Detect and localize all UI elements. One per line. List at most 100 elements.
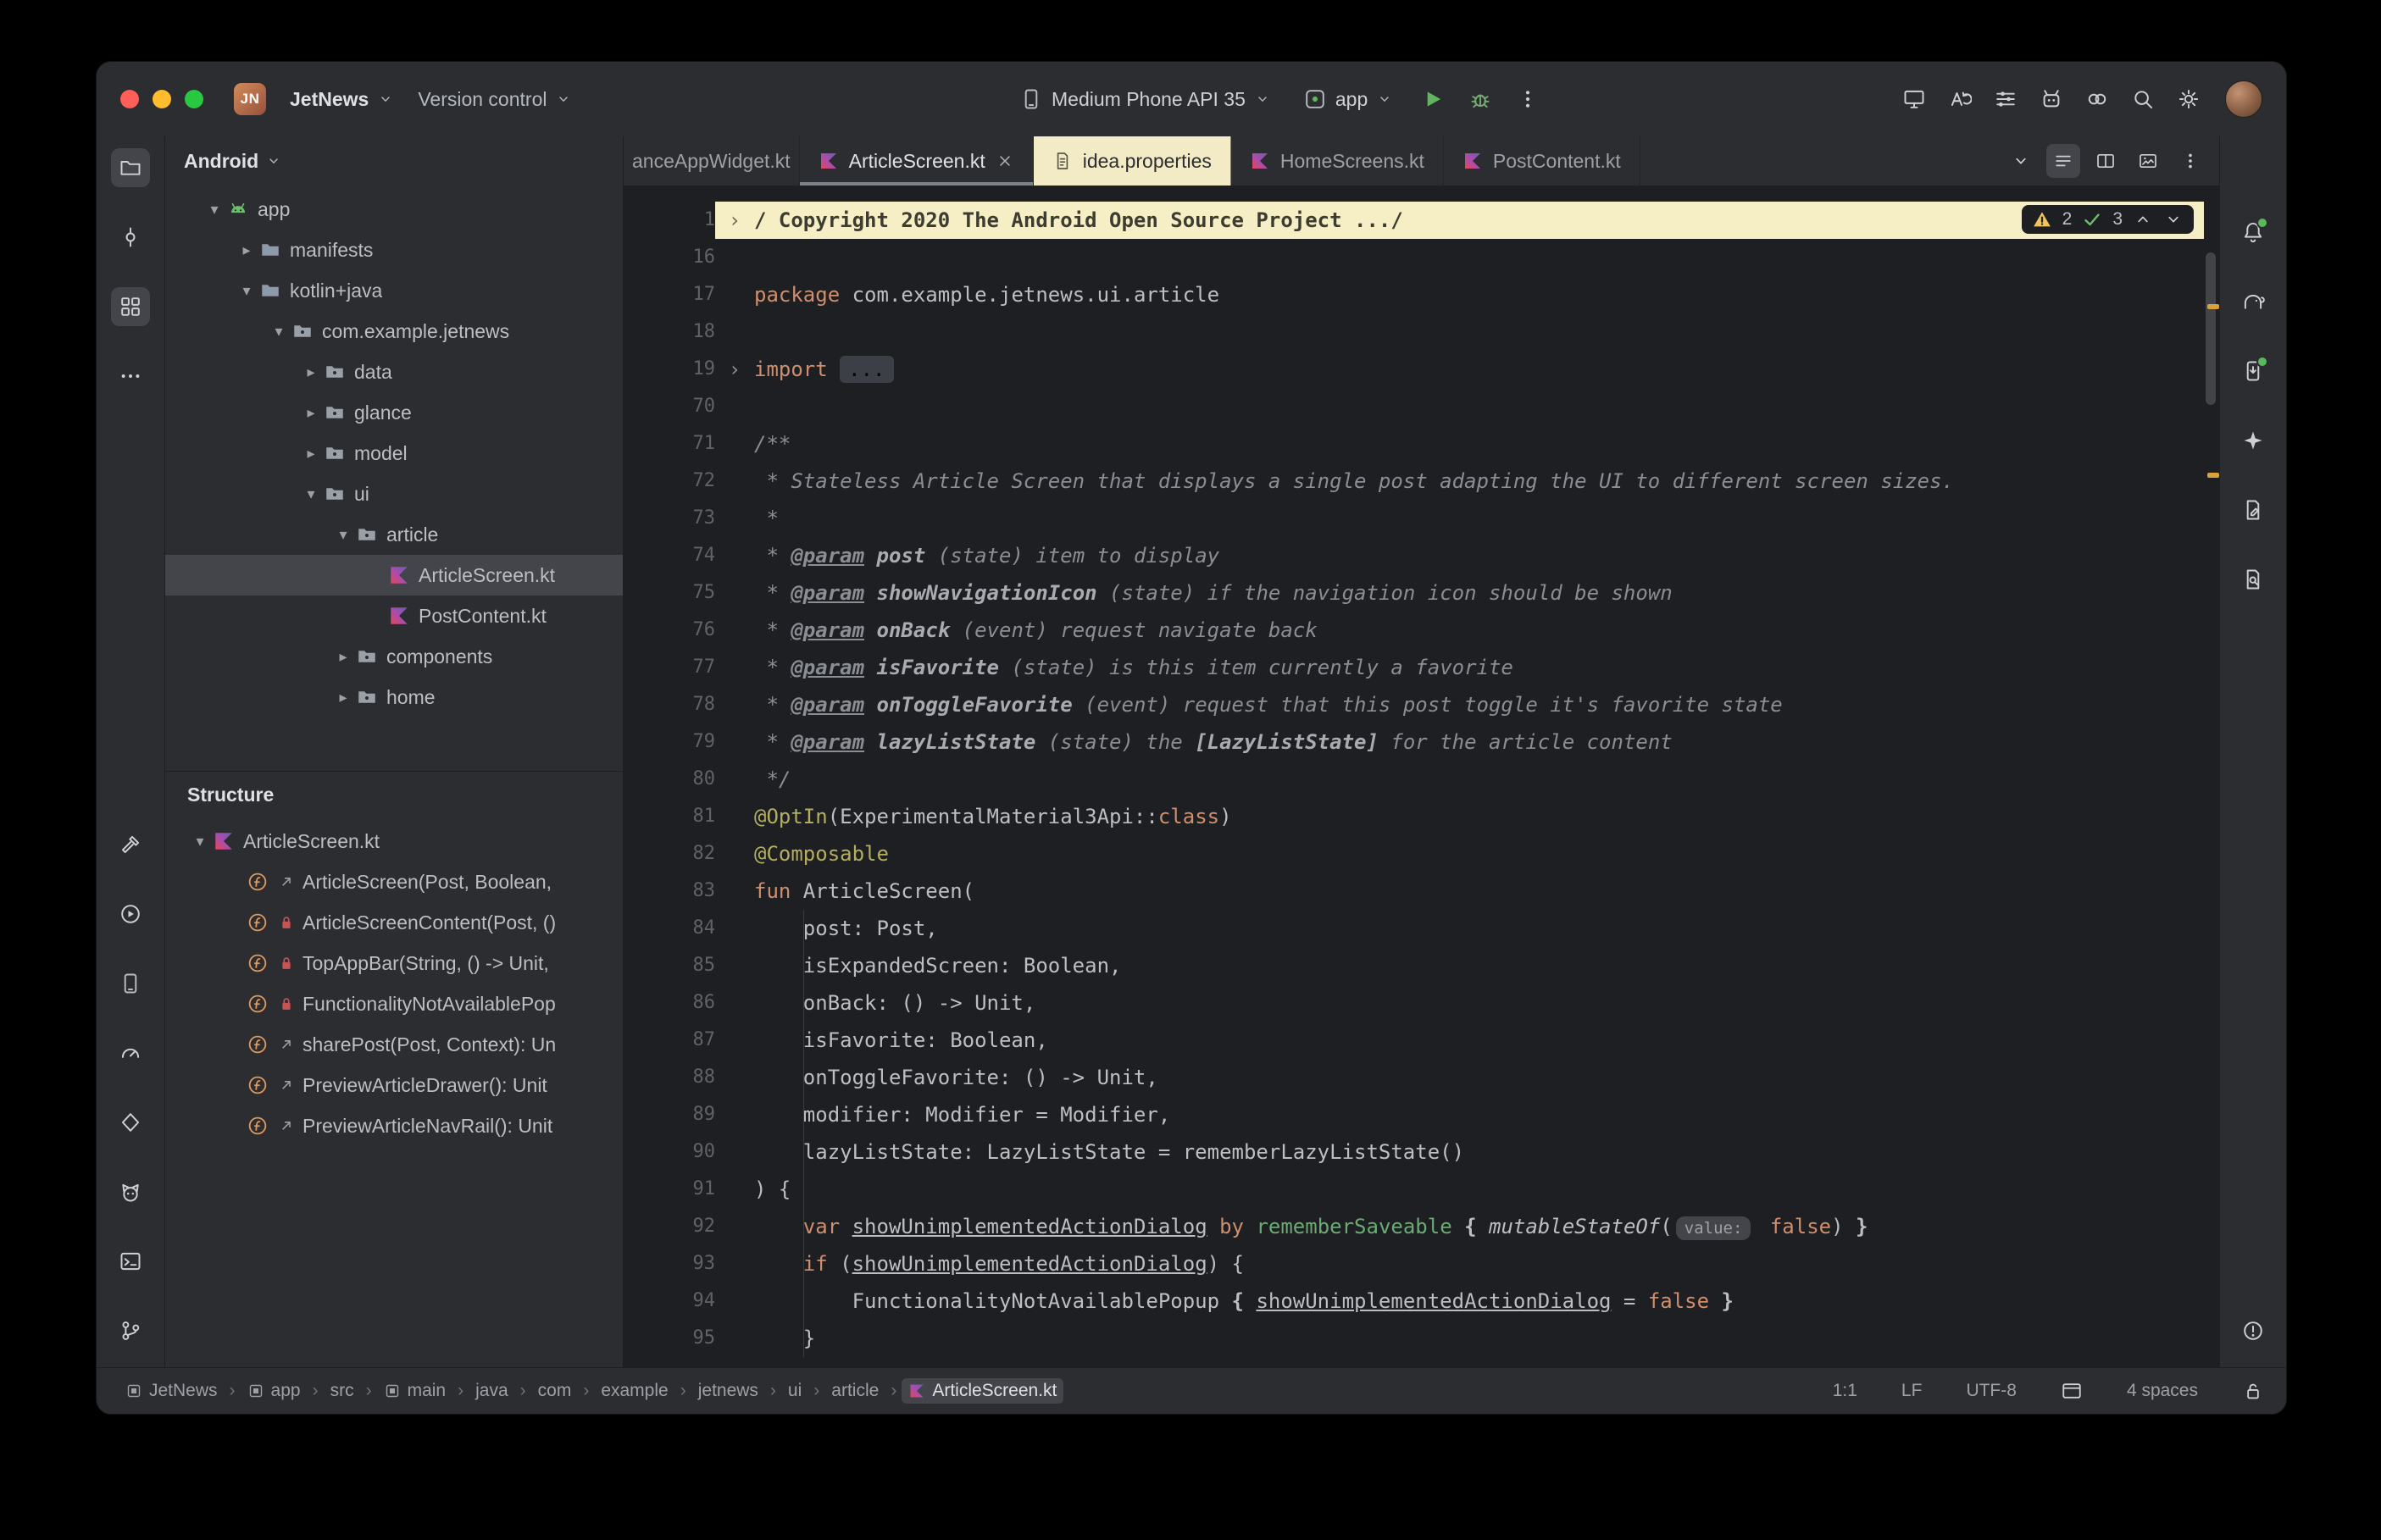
tree-item-app[interactable]: ▾ app <box>165 189 623 230</box>
line-number[interactable]: 91 <box>624 1171 716 1208</box>
logcat-button[interactable] <box>111 1172 150 1211</box>
line-number[interactable]: 88 <box>624 1059 716 1096</box>
line-number[interactable]: 86 <box>624 984 716 1022</box>
code-line-87[interactable]: 87 isFavorite: Boolean, <box>624 1022 2219 1059</box>
code-line-1[interactable]: 1 › / Copyright 2020 The Android Open So… <box>624 202 2219 239</box>
more-run-actions-button[interactable] <box>1508 80 1547 119</box>
minimize-window-button[interactable] <box>153 90 171 108</box>
code-line-95[interactable]: 95 } <box>624 1320 2219 1357</box>
code-line-72[interactable]: 72 * Stateless Article Screen that displ… <box>624 463 2219 500</box>
app-inspection-button[interactable] <box>2234 560 2273 599</box>
line-number[interactable]: 19 <box>624 351 716 388</box>
code-line-80[interactable]: 80 */ <box>624 761 2219 798</box>
editor[interactable]: 1 › / Copyright 2020 The Android Open So… <box>624 186 2219 1367</box>
build-tool-window-button[interactable] <box>111 825 150 864</box>
code-line-19[interactable]: 19 › import ... <box>624 351 2219 388</box>
code-line-82[interactable]: 82 @Composable <box>624 835 2219 872</box>
structure-item-functionalitynotavailablepop[interactable]: FunctionalityNotAvailablePop <box>165 983 623 1024</box>
fold-chevron-icon[interactable]: › <box>715 351 754 388</box>
line-number[interactable]: 73 <box>624 500 716 537</box>
breadcrumb-main[interactable]: main <box>377 1378 453 1404</box>
more-tool-windows-button[interactable] <box>111 357 150 396</box>
commit-tool-window-button[interactable] <box>111 218 150 257</box>
studio-bot-button[interactable] <box>2032 80 2071 119</box>
chevron-down-icon[interactable]: ▾ <box>187 833 213 850</box>
chevron-right-icon[interactable]: ▸ <box>298 404 324 422</box>
structure-item-articlescreencontent-post[interactable]: ArticleScreenContent(Post, () <box>165 902 623 943</box>
line-number[interactable]: 92 <box>624 1208 716 1245</box>
run-tool-window-button[interactable] <box>111 895 150 933</box>
line-number[interactable]: 85 <box>624 947 716 984</box>
user-avatar[interactable] <box>2225 80 2262 118</box>
chevron-right-icon[interactable]: ▸ <box>330 689 356 706</box>
code-line-77[interactable]: 77 * @param isFavorite (state) is this i… <box>624 649 2219 686</box>
line-number[interactable]: 95 <box>624 1320 716 1357</box>
code-line-73[interactable]: 73 * <box>624 500 2219 537</box>
tree-item-manifests[interactable]: ▸ manifests <box>165 230 623 270</box>
code-line-17[interactable]: 17 package com.example.jetnews.ui.articl… <box>624 276 2219 313</box>
split-editor-button[interactable] <box>2089 144 2123 178</box>
breadcrumb-jetnews[interactable]: jetnews <box>691 1378 765 1404</box>
code-line-81[interactable]: 81 @OptIn(ExperimentalMaterial3Api::clas… <box>624 798 2219 835</box>
structure-tool-window-button[interactable] <box>111 287 150 326</box>
device-explorer-button[interactable] <box>2234 352 2273 391</box>
code-line-71[interactable]: 71 /** <box>624 425 2219 463</box>
run-button[interactable] <box>1413 80 1452 119</box>
gradle-button[interactable] <box>2234 282 2273 321</box>
line-number[interactable]: 94 <box>624 1282 716 1320</box>
tab-articlescreen-kt[interactable]: ArticleScreen.kt <box>799 136 1034 186</box>
settings-button[interactable] <box>2169 80 2208 119</box>
tab-postcontent-kt[interactable]: PostContent.kt <box>1444 136 1640 186</box>
tree-item-postcontent-kt[interactable]: PostContent.kt <box>165 596 623 636</box>
maximize-window-button[interactable] <box>185 90 203 108</box>
code-with-me-button[interactable] <box>1940 80 1979 119</box>
version-control-widget-button[interactable]: Version control <box>406 80 584 119</box>
chevron-down-icon[interactable]: ▾ <box>298 485 324 503</box>
line-number[interactable]: 70 <box>624 388 716 425</box>
app-quality-insights-button[interactable] <box>111 1103 150 1142</box>
code-line-86[interactable]: 86 onBack: () -> Unit, <box>624 984 2219 1022</box>
line-number[interactable]: 71 <box>624 425 716 463</box>
structure-file-row[interactable]: ▾ ArticleScreen.kt <box>165 821 623 861</box>
line-number[interactable]: 18 <box>624 313 716 351</box>
code-line-78[interactable]: 78 * @param onToggleFavorite (event) req… <box>624 686 2219 723</box>
gemini-button[interactable] <box>2234 421 2273 460</box>
line-number[interactable]: 79 <box>624 723 716 761</box>
tree-item-home[interactable]: ▸ home <box>165 677 623 717</box>
tab-homescreens-kt[interactable]: HomeScreens.kt <box>1231 136 1444 186</box>
line-separator[interactable]: LF <box>1901 1381 1923 1401</box>
breadcrumb-articlescreen-kt[interactable]: ArticleScreen.kt <box>902 1378 1064 1404</box>
tree-item-com-example-jetnews[interactable]: ▾ com.example.jetnews <box>165 311 623 352</box>
tree-item-articlescreen-kt[interactable]: ArticleScreen.kt <box>165 555 623 596</box>
run-configuration-button[interactable]: app <box>1291 79 1405 119</box>
debug-button[interactable] <box>1461 80 1500 119</box>
code-line-75[interactable]: 75 * @param showNavigationIcon (state) i… <box>624 574 2219 612</box>
structure-item-articlescreen-post-boolean[interactable]: ArticleScreen(Post, Boolean, <box>165 861 623 902</box>
line-number[interactable]: 78 <box>624 686 716 723</box>
line-number[interactable]: 81 <box>624 798 716 835</box>
breadcrumb-jetnews[interactable]: JetNews <box>119 1378 225 1404</box>
code-line-91[interactable]: 91 ) { <box>624 1171 2219 1208</box>
tree-item-ui[interactable]: ▾ ui <box>165 474 623 514</box>
line-number[interactable]: 72 <box>624 463 716 500</box>
hidden-tabs-list-button[interactable] <box>2004 144 2038 178</box>
breadcrumb-com[interactable]: com <box>531 1378 579 1404</box>
line-number[interactable]: 77 <box>624 649 716 686</box>
code-line-93[interactable]: 93 if (showUnimplementedActionDialog) { <box>624 1245 2219 1282</box>
chevron-down-icon[interactable]: ▾ <box>202 201 227 219</box>
project-view-selector[interactable]: Android <box>165 136 623 186</box>
line-number[interactable]: 1 <box>624 202 715 239</box>
code-line-92[interactable]: 92 var showUnimplementedActionDialog by … <box>624 1208 2219 1245</box>
code-line-74[interactable]: 74 * @param post (state) item to display <box>624 537 2219 574</box>
tree-item-glance[interactable]: ▸ glance <box>165 392 623 433</box>
chevron-right-icon[interactable]: ▸ <box>298 363 324 381</box>
line-number[interactable]: 80 <box>624 761 716 798</box>
code-line-89[interactable]: 89 modifier: Modifier = Modifier, <box>624 1096 2219 1133</box>
device-selector-button[interactable]: Medium Phone API 35 <box>1007 79 1283 119</box>
line-number[interactable]: 84 <box>624 910 716 947</box>
line-number[interactable]: 83 <box>624 872 716 910</box>
tree-item-kotlin-java[interactable]: ▾ kotlin+java <box>165 270 623 311</box>
code-line-76[interactable]: 76 * @param onBack (event) request navig… <box>624 612 2219 649</box>
close-tab-icon[interactable] <box>996 152 1014 170</box>
profiler-button[interactable] <box>111 1033 150 1072</box>
